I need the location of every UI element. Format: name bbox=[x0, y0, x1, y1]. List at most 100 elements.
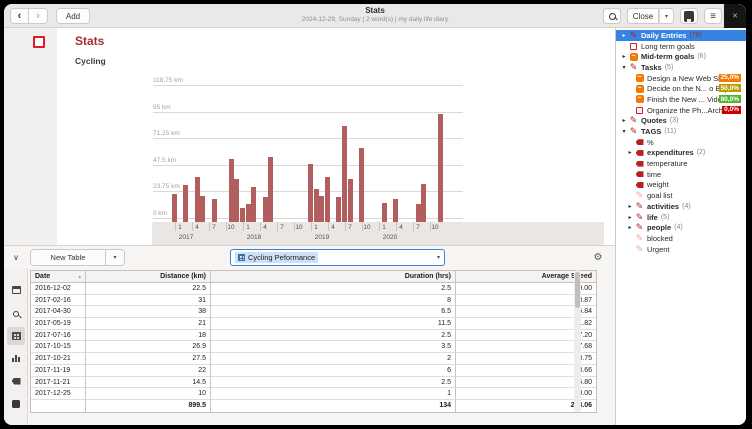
sidebar-item-blocked[interactable]: ✎blocked bbox=[616, 233, 746, 244]
x-tick-mark bbox=[175, 222, 176, 231]
new-table-button[interactable]: New Table bbox=[30, 249, 106, 266]
sidebar-item-expenditures[interactable]: ▸expenditures(2) bbox=[616, 148, 746, 159]
x-tick-mark bbox=[243, 222, 244, 231]
table-cell[interactable]: 899.5 bbox=[86, 400, 211, 412]
sidebar-item-long-term-goals[interactable]: Long term goals bbox=[616, 41, 746, 52]
pencil-red-glyph: ✎ bbox=[630, 63, 638, 72]
grid-button[interactable] bbox=[7, 327, 25, 345]
table-cell[interactable]: 2.5 bbox=[211, 377, 456, 389]
table-cell[interactable]: 31 bbox=[86, 295, 211, 307]
notebook-button[interactable] bbox=[7, 395, 25, 413]
sidebar-item-urgent[interactable]: ✎Urgent bbox=[616, 244, 746, 255]
table-cell[interactable] bbox=[31, 400, 86, 412]
x-tick-label: 4 bbox=[195, 224, 199, 231]
table-cell[interactable]: 2.5 bbox=[211, 283, 456, 295]
forward-button[interactable]: › bbox=[29, 8, 48, 24]
table-cell[interactable]: 26.9 bbox=[86, 341, 211, 353]
column-header-distance-km[interactable]: Distance (km) bbox=[86, 271, 211, 283]
sidebar-item-organize-the-ph-archive[interactable]: Organize the Ph...Archive0,0% bbox=[616, 105, 746, 116]
expand-arrow-icon[interactable]: ▸ bbox=[626, 149, 634, 156]
table-settings-button[interactable]: ⚙ bbox=[590, 249, 606, 265]
sidebar-item-quotes[interactable]: ▸✎Quotes(3) bbox=[616, 116, 746, 127]
column-header-date[interactable]: Date▴ bbox=[31, 271, 86, 283]
sidebar-item-people[interactable]: ▸✎people(4) bbox=[616, 222, 746, 233]
sidebar-item-tasks[interactable]: ▾✎Tasks(5) bbox=[616, 62, 746, 73]
item-count: (3) bbox=[670, 117, 679, 124]
table-cell[interactable]: 2017-12-25 bbox=[31, 388, 86, 400]
expand-arrow-icon[interactable]: ▸ bbox=[626, 203, 634, 210]
sidebar-item-decide-on-the-n-o-buy[interactable]: ~Decide on the N... o Buy50,0% bbox=[616, 83, 746, 94]
table-cell[interactable]: 2017-10-21 bbox=[31, 353, 86, 365]
table-cell[interactable]: 22.5 bbox=[86, 283, 211, 295]
table-cell[interactable]: 21 bbox=[86, 318, 211, 330]
chart-button[interactable] bbox=[7, 349, 25, 367]
bottom-panel: ∨ New Table ▾ Cycling Peformance ▾ bbox=[4, 246, 615, 425]
tag-button[interactable] bbox=[7, 372, 25, 390]
sidebar-item-temperature[interactable]: temperature bbox=[616, 158, 746, 169]
column-header-duration-hrs[interactable]: Duration (hrs) bbox=[211, 271, 456, 283]
calendar-button[interactable] bbox=[7, 281, 25, 299]
sidebar-item-design-a-new-web-site[interactable]: ~Design a New Web Site25,0% bbox=[616, 73, 746, 84]
table-cell[interactable]: 14.5 bbox=[86, 377, 211, 389]
table-scrollbar[interactable] bbox=[574, 270, 581, 412]
table-cell[interactable]: 3.5 bbox=[211, 341, 456, 353]
scrollbar-thumb[interactable] bbox=[575, 272, 580, 308]
chart-bar bbox=[240, 208, 245, 222]
sidebar-item-label: weight bbox=[647, 180, 669, 189]
close-menu-button[interactable]: ▾ bbox=[659, 8, 674, 24]
table-cell[interactable]: 2017-11-19 bbox=[31, 365, 86, 377]
sidebar-item-tags[interactable]: ▾✎TAGS(11) bbox=[616, 126, 746, 137]
window-close-button[interactable]: ✕ bbox=[724, 4, 746, 28]
collapse-panel-button[interactable]: ∨ bbox=[9, 251, 23, 264]
sidebar-item-weight[interactable]: weight bbox=[616, 180, 746, 191]
expand-arrow-icon[interactable]: ▸ bbox=[626, 214, 634, 221]
sidebar-item-activities[interactable]: ▸✎activities(4) bbox=[616, 201, 746, 212]
back-button[interactable]: ‹ bbox=[10, 8, 29, 24]
table-cell[interactable]: 2017-05-19 bbox=[31, 318, 86, 330]
collapse-arrow-icon[interactable]: ▾ bbox=[620, 64, 628, 71]
progress-badge: 0,0% bbox=[722, 106, 741, 114]
x-tick-label: 10 bbox=[363, 224, 370, 231]
search-button[interactable] bbox=[7, 305, 25, 323]
table-cell[interactable]: 2017-04-30 bbox=[31, 306, 86, 318]
table-cell[interactable]: 22 bbox=[86, 365, 211, 377]
collapse-arrow-icon[interactable]: ▾ bbox=[620, 128, 628, 135]
table-cell[interactable]: 6.5 bbox=[211, 306, 456, 318]
table-cell[interactable]: 1 bbox=[211, 388, 456, 400]
table-cell[interactable]: 38 bbox=[86, 306, 211, 318]
expand-arrow-icon[interactable]: ▸ bbox=[620, 32, 628, 39]
add-button[interactable]: Add bbox=[56, 8, 90, 24]
table-cell[interactable]: 10 bbox=[86, 388, 211, 400]
table-cell[interactable]: 2017-10-15 bbox=[31, 341, 86, 353]
table-select-combo[interactable]: Cycling Peformance ▾ bbox=[230, 249, 445, 266]
expand-arrow-icon[interactable]: ▸ bbox=[620, 53, 628, 60]
progress-badge: 25,0% bbox=[719, 74, 741, 82]
sidebar-item-[interactable]: % bbox=[616, 137, 746, 148]
table-cell[interactable]: 6 bbox=[211, 365, 456, 377]
table-cell[interactable]: 27.5 bbox=[86, 353, 211, 365]
table-cell[interactable]: 2017-07-16 bbox=[31, 330, 86, 342]
new-table-menu-button[interactable]: ▾ bbox=[106, 249, 125, 266]
journal-button[interactable] bbox=[680, 8, 698, 24]
table-cell[interactable]: 2017-11-21 bbox=[31, 377, 86, 389]
sidebar-item-finish-the-new-video[interactable]: ~Finish the New ... Video80,0% bbox=[616, 94, 746, 105]
table-cell[interactable]: 11.5 bbox=[211, 318, 456, 330]
table-cell[interactable]: 2016-12-02 bbox=[31, 283, 86, 295]
table-cell[interactable]: 18 bbox=[86, 330, 211, 342]
table-cell[interactable]: 2 bbox=[211, 353, 456, 365]
search-button[interactable] bbox=[603, 8, 621, 24]
expand-arrow-icon[interactable]: ▸ bbox=[626, 224, 634, 231]
table-cell[interactable]: 2.5 bbox=[211, 330, 456, 342]
x-tick-label: 10 bbox=[227, 224, 234, 231]
sidebar-item-mid-term-goals[interactable]: ▸~Mid-term goals(6) bbox=[616, 51, 746, 62]
close-button[interactable]: Close bbox=[627, 8, 659, 24]
table-cell[interactable]: 2017-02-16 bbox=[31, 295, 86, 307]
table-cell[interactable]: 134 bbox=[211, 400, 456, 412]
sidebar-item-goal-list[interactable]: ✎goal list bbox=[616, 190, 746, 201]
expand-arrow-icon[interactable]: ▸ bbox=[620, 117, 628, 124]
sidebar-item-daily-entries[interactable]: ▸✎Daily Entries(78) bbox=[616, 30, 746, 41]
table-cell[interactable]: 8 bbox=[211, 295, 456, 307]
menu-button[interactable]: ≡ bbox=[704, 8, 722, 24]
sidebar-item-life[interactable]: ▸✎life(5) bbox=[616, 212, 746, 223]
sidebar-item-time[interactable]: time bbox=[616, 169, 746, 180]
